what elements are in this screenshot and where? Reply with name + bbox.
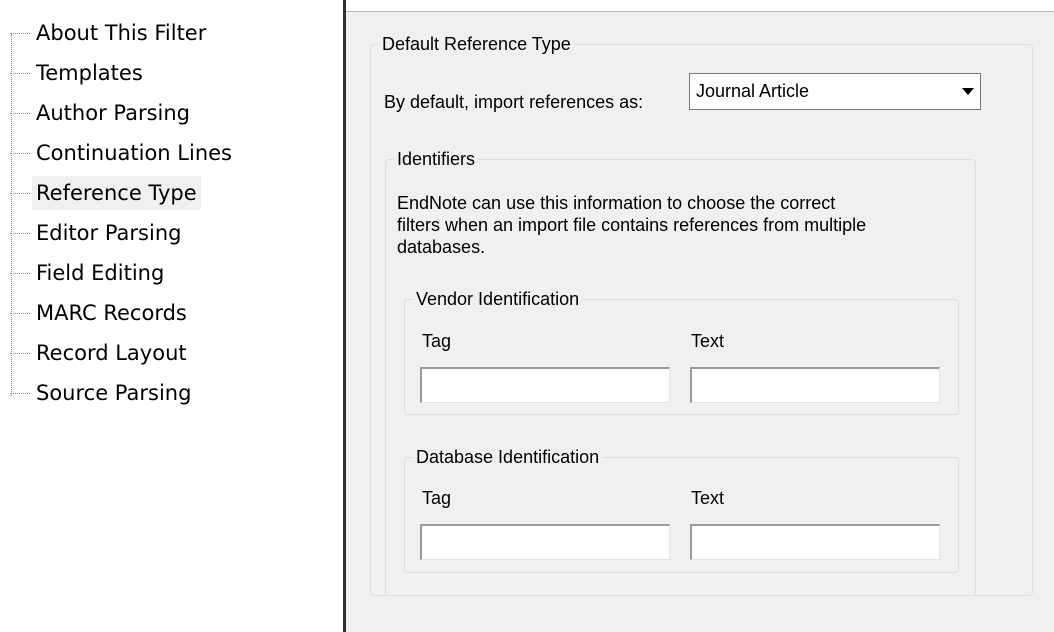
database-text-label: Text bbox=[691, 488, 725, 508]
tree-item-label: Reference Type bbox=[32, 176, 201, 210]
tree-dash bbox=[10, 192, 30, 194]
tree-item-record-layout[interactable]: Record Layout bbox=[10, 336, 191, 370]
settings-panel: Default Reference Type By default, impor… bbox=[346, 12, 1054, 632]
database-tag-input[interactable] bbox=[420, 524, 670, 560]
tree-item-marc-records[interactable]: MARC Records bbox=[10, 296, 191, 330]
tree-dash bbox=[10, 232, 30, 234]
tree-item-about-this-filter[interactable]: About This Filter bbox=[10, 16, 210, 50]
group-title: Database Identification bbox=[416, 447, 600, 467]
tree-dash bbox=[10, 392, 30, 394]
tree-dash bbox=[10, 152, 30, 154]
tree-dash bbox=[10, 352, 30, 354]
tree-dash bbox=[10, 112, 30, 114]
tree-item-label: MARC Records bbox=[36, 301, 187, 325]
tree-dash bbox=[10, 272, 30, 274]
tree-dash bbox=[10, 312, 30, 314]
tree-dash bbox=[10, 72, 30, 74]
vendor-text-label: Text bbox=[691, 331, 725, 351]
group-title: Identifiers bbox=[397, 149, 476, 169]
vendor-tag-label: Tag bbox=[422, 331, 452, 351]
tree-item-label: Templates bbox=[36, 61, 143, 85]
tree-item-field-editing[interactable]: Field Editing bbox=[10, 256, 168, 290]
group-title: Default Reference Type bbox=[382, 34, 571, 54]
tree-item-label: Source Parsing bbox=[36, 381, 192, 405]
tree-item-templates[interactable]: Templates bbox=[10, 56, 147, 90]
import-as-label: By default, import references as: bbox=[384, 92, 644, 112]
tree-item-label: Author Parsing bbox=[36, 101, 191, 125]
tree-item-reference-type[interactable]: Reference Type bbox=[10, 176, 201, 210]
tree-item-source-parsing[interactable]: Source Parsing bbox=[10, 376, 195, 410]
tree-item-label: About This Filter bbox=[36, 21, 207, 45]
group-title: Vendor Identification bbox=[416, 289, 580, 309]
tree-dash bbox=[10, 32, 30, 34]
reference-type-value: Journal Article bbox=[696, 81, 810, 101]
filter-tree: About This Filter Templates Author Parsi… bbox=[0, 0, 343, 632]
vendor-text-input[interactable] bbox=[690, 367, 940, 403]
identifiers-description-line3: databases. bbox=[397, 237, 486, 257]
tree-item-author-parsing[interactable]: Author Parsing bbox=[10, 96, 194, 130]
tree-item-label: Record Layout bbox=[36, 341, 187, 365]
identifiers-description-line2: filters when an import file contains ref… bbox=[397, 215, 867, 235]
identifiers-description-line1: EndNote can use this information to choo… bbox=[397, 193, 836, 213]
vendor-tag-input[interactable] bbox=[420, 367, 670, 403]
tree-item-continuation-lines[interactable]: Continuation Lines bbox=[10, 136, 236, 170]
tree-item-editor-parsing[interactable]: Editor Parsing bbox=[10, 216, 185, 250]
tree-item-label: Continuation Lines bbox=[36, 141, 232, 165]
reference-type-dropdown[interactable]: Journal Article bbox=[689, 73, 981, 110]
database-tag-label: Tag bbox=[422, 488, 452, 508]
tree-item-label: Field Editing bbox=[36, 261, 165, 285]
database-text-input[interactable] bbox=[690, 524, 940, 560]
chevron-down-icon[interactable] bbox=[956, 74, 980, 109]
tree-item-label: Editor Parsing bbox=[36, 221, 182, 245]
